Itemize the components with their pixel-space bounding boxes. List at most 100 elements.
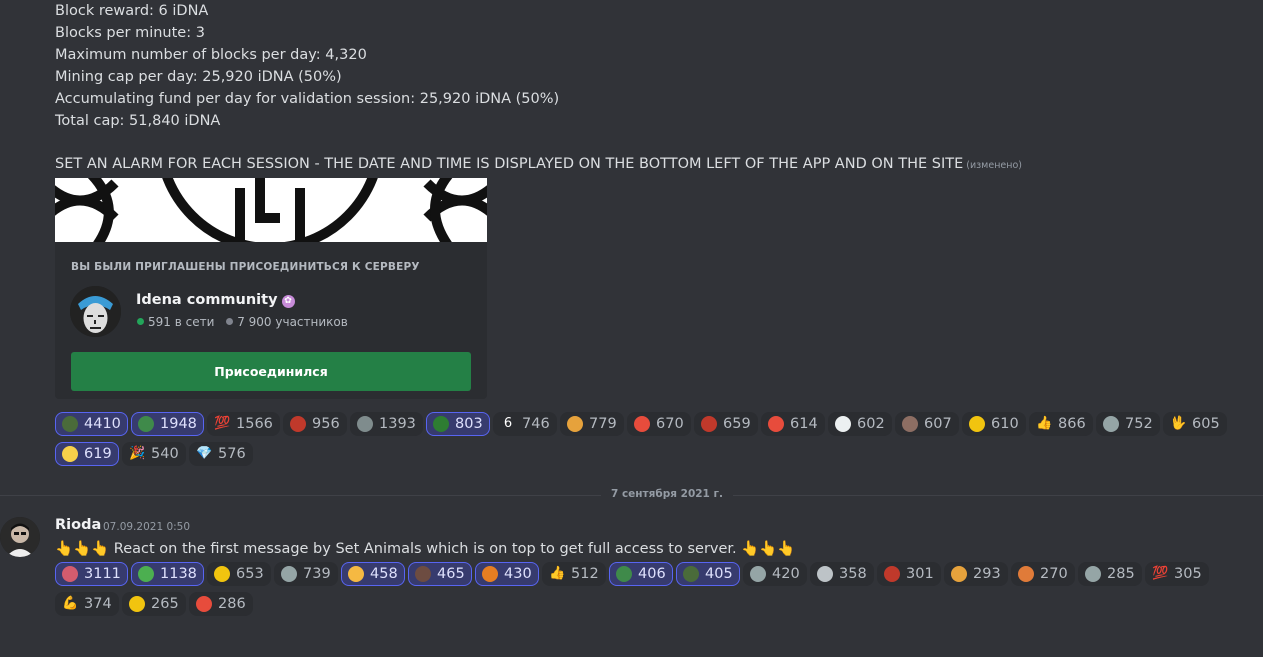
germany-flag-icon — [884, 566, 900, 582]
avatar[interactable] — [0, 517, 40, 557]
reaction-count: 301 — [906, 566, 934, 582]
reaction-chip[interactable]: 607 — [895, 412, 959, 436]
man-face-icon — [902, 416, 918, 432]
reaction-chip[interactable]: 653 — [207, 562, 271, 586]
reaction-chip[interactable]: 265 — [122, 592, 186, 616]
reaction-chip[interactable]: 293 — [944, 562, 1008, 586]
reaction-count: 607 — [924, 416, 952, 432]
reaction-chip[interactable]: 4410 — [55, 412, 128, 436]
reaction-chip[interactable]: 659 — [694, 412, 758, 436]
reaction-chip[interactable]: 420 — [743, 562, 807, 586]
invite-heading: ВЫ БЫЛИ ПРИГЛАШЕНЫ ПРИСОЕДИНИТЬСЯ К СЕРВ… — [71, 261, 420, 273]
lion-icon — [750, 566, 766, 582]
reaction-chip[interactable]: 458 — [341, 562, 405, 586]
members-dot-icon — [226, 318, 234, 325]
reaction-count: 619 — [84, 446, 112, 462]
reaction-chip[interactable]: 🖖 605 — [1163, 412, 1227, 436]
reaction-chip[interactable]: 465 — [408, 562, 472, 586]
reaction-count: 803 — [455, 416, 483, 432]
message-text: 👆👆👆 React on the first message by Set An… — [55, 541, 796, 557]
party-popper-icon: 🎉 — [129, 446, 146, 461]
reaction-chip[interactable]: 779 — [560, 412, 624, 436]
lion-icon — [357, 416, 373, 432]
joined-button[interactable]: Присоединился — [71, 352, 471, 391]
server-icon[interactable] — [70, 286, 121, 337]
reaction-chip[interactable]: 6 746 — [493, 412, 557, 436]
reaction-chip[interactable]: 1138 — [131, 562, 204, 586]
message-line: Maximum number of blocks per day: 4,320 — [55, 47, 367, 63]
reaction-chip[interactable]: 739 — [274, 562, 338, 586]
message-line: Mining cap per day: 25,920 iDNA (50%) — [55, 69, 342, 85]
server-name-text[interactable]: Idena community — [136, 292, 278, 308]
reaction-chip[interactable]: 270 — [1011, 562, 1075, 586]
pepe-icon — [138, 416, 154, 432]
reaction-chip[interactable]: 286 — [189, 592, 253, 616]
reaction-chip[interactable]: 614 — [761, 412, 825, 436]
lion-icon — [1103, 416, 1119, 432]
reaction-chip[interactable]: 1393 — [350, 412, 423, 436]
message-line: Accumulating fund per day for validation… — [55, 91, 560, 107]
reaction-chip[interactable]: 1948 — [131, 412, 204, 436]
reaction-count: 956 — [312, 416, 340, 432]
reaction-count: 430 — [504, 566, 532, 582]
dizzy-face-icon — [214, 566, 230, 582]
reaction-chip[interactable]: 619 — [55, 442, 119, 466]
eyes-icon — [835, 416, 851, 432]
hundred-icon: 💯 — [1152, 566, 1169, 581]
reaction-chip[interactable]: 956 — [283, 412, 347, 436]
vulcan-hand-icon: 🖖 — [1170, 416, 1187, 431]
author-name[interactable]: Rioda — [55, 517, 101, 533]
lion-icon — [817, 566, 833, 582]
reaction-chip[interactable]: 🎉 540 — [122, 442, 186, 466]
thumbs-up-icon: 👍 — [549, 566, 566, 581]
reaction-chip[interactable]: 💯 1566 — [207, 412, 280, 436]
reaction-count: 374 — [84, 596, 112, 612]
reaction-chip[interactable]: 430 — [475, 562, 539, 586]
edited-label: (изменено) — [966, 160, 1022, 171]
frog-icon — [683, 566, 699, 582]
hundred-icon: 💯 — [214, 416, 231, 431]
reaction-count: 746 — [522, 416, 550, 432]
reaction-count: 1948 — [160, 416, 197, 432]
reaction-chip[interactable]: 803 — [426, 412, 490, 436]
reaction-chip[interactable]: 358 — [810, 562, 874, 586]
message-body: Block reward: 6 iDNA Blocks per minute: … — [55, 0, 559, 132]
reaction-count: 465 — [437, 566, 465, 582]
reaction-chip[interactable]: 💎 576 — [189, 442, 253, 466]
reaction-count: 576 — [218, 446, 246, 462]
reaction-count: 1393 — [379, 416, 416, 432]
server-invite-card: ВЫ БЫЛИ ПРИГЛАШЕНЫ ПРИСОЕДИНИТЬСЯ К СЕРВ… — [55, 242, 487, 399]
reaction-count: 512 — [571, 566, 599, 582]
reaction-chip[interactable]: 670 — [627, 412, 691, 436]
lion-icon — [1085, 566, 1101, 582]
reaction-count: 305 — [1174, 566, 1202, 582]
reaction-count: 358 — [839, 566, 867, 582]
reaction-chip[interactable]: 💯 305 — [1145, 562, 1209, 586]
reaction-count: 779 — [589, 416, 617, 432]
reaction-chip[interactable]: 💪 374 — [55, 592, 119, 616]
reaction-count: 540 — [151, 446, 179, 462]
reaction-chip[interactable]: 406 — [609, 562, 673, 586]
lion-face-icon — [567, 416, 583, 432]
dino-icon — [433, 416, 449, 432]
angry-face-icon — [768, 416, 784, 432]
reaction-count: 614 — [790, 416, 818, 432]
reaction-chip[interactable]: 752 — [1096, 412, 1160, 436]
reaction-count: 653 — [236, 566, 264, 582]
server-name[interactable]: Idena community ✿ — [136, 292, 295, 308]
reaction-chip[interactable]: 285 — [1078, 562, 1142, 586]
reaction-chip[interactable]: 610 — [962, 412, 1026, 436]
yum-face-icon — [969, 416, 985, 432]
reaction-chip[interactable]: 602 — [828, 412, 892, 436]
reaction-chip[interactable]: 👍 866 — [1029, 412, 1093, 436]
reaction-chip[interactable]: 405 — [676, 562, 740, 586]
reaction-count: 659 — [723, 416, 751, 432]
reaction-chip[interactable]: 👍 512 — [542, 562, 606, 586]
online-dot-icon — [137, 318, 144, 325]
germany-flag-icon — [701, 416, 717, 432]
reaction-count: 405 — [705, 566, 733, 582]
reaction-chip[interactable]: 3111 — [55, 562, 128, 586]
invite-banner-image — [55, 178, 487, 242]
reaction-chip[interactable]: 301 — [877, 562, 941, 586]
alarm-notice: SET AN ALARM FOR EACH SESSION - THE DATE… — [55, 153, 1022, 177]
